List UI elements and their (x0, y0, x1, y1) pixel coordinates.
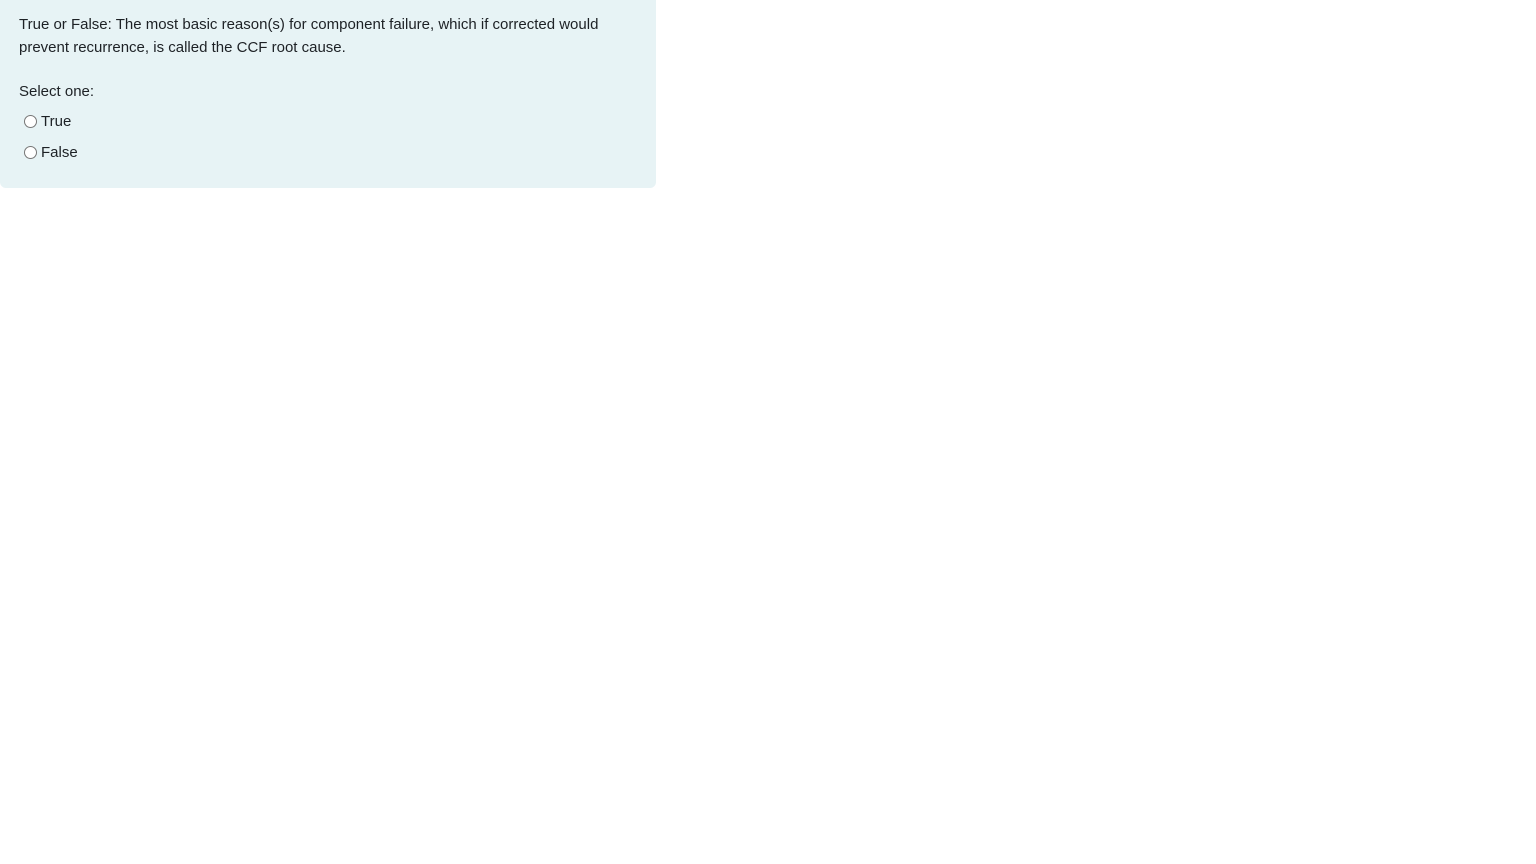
option-label-false[interactable]: False (41, 143, 78, 163)
option-label-true[interactable]: True (41, 112, 71, 132)
question-card: True or False: The most basic reason(s) … (0, 0, 656, 188)
radio-true[interactable] (24, 115, 37, 128)
answer-option-true[interactable]: True (19, 106, 637, 137)
answer-option-false[interactable]: False (19, 137, 637, 168)
select-one-prompt: Select one: (19, 83, 95, 100)
question-text: True or False: The most basic reason(s) … (19, 16, 599, 56)
radio-false[interactable] (24, 146, 37, 159)
answer-options: True False (19, 106, 637, 168)
